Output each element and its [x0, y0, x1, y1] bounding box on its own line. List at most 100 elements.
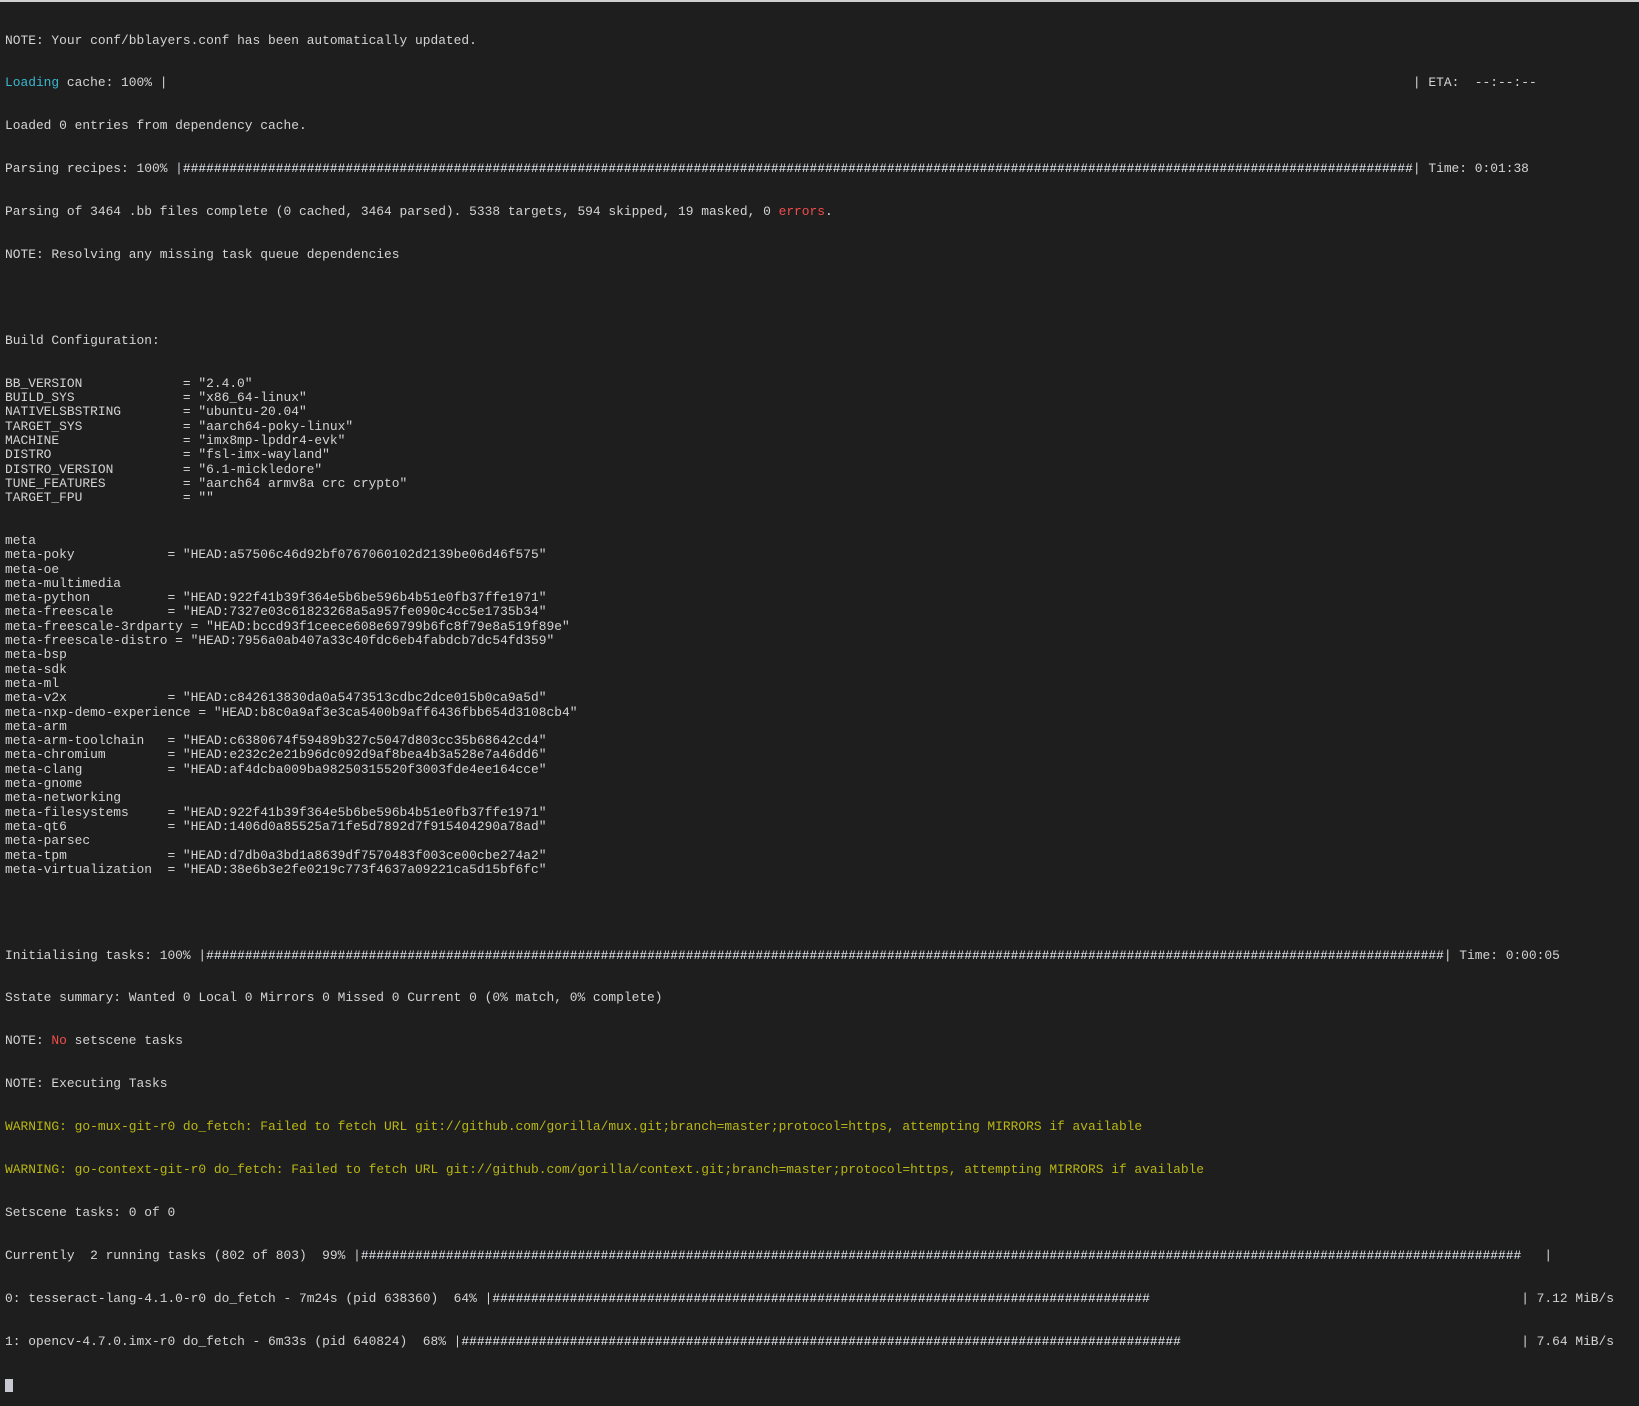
warning-label: WARNING:	[5, 1119, 67, 1135]
config-row: DISTRO = "fsl-imx-wayland"	[5, 447, 1614, 463]
errors-word: errors	[778, 204, 825, 220]
config-row: NATIVELSBSTRING = "ubuntu-20.04"	[5, 404, 1614, 420]
note-text: NOTE: Your conf/bblayers.conf has been a…	[5, 32, 477, 48]
layer-row: meta-python = "HEAD:922f41b39f364e5b6be5…	[5, 590, 1614, 606]
loading-cache-line: Loading cache: 100% | | ETA: --:--:--	[5, 75, 1614, 91]
resolving-line: NOTE: Resolving any missing task queue d…	[5, 247, 1614, 262]
setscene-text: setscene tasks	[66, 1033, 183, 1049]
task-line: 0: tesseract-lang-4.1.0-r0 do_fetch - 7m…	[5, 1290, 1614, 1306]
build-config-title-text: Build Configuration:	[5, 332, 160, 348]
task-line: 1: opencv-4.7.0.imx-r0 do_fetch - 6m33s …	[5, 1333, 1614, 1349]
note-prefix: NOTE:	[5, 1033, 52, 1049]
layer-text: meta-chromium = "HEAD:e232c2e21b96dc092d…	[5, 747, 547, 763]
currently-prefix: Currently 2 running tasks (802 of 803) 9…	[5, 1247, 361, 1263]
eta-text: | ETA: --:--:--	[1412, 75, 1537, 91]
config-key: TARGET_SYS	[5, 418, 83, 434]
currently-suffix: |	[1536, 1247, 1553, 1263]
config-key: MACHINE	[5, 432, 60, 448]
task-prefix: 0: tesseract-lang-4.1.0-r0 do_fetch - 7m…	[5, 1290, 493, 1306]
layer-text: meta-filesystems = "HEAD:922f41b39f364e5…	[5, 804, 547, 820]
layer-text: meta-arm	[5, 718, 67, 734]
layer-row: meta-multimedia	[5, 576, 1614, 591]
layer-row: meta-poky = "HEAD:a57506c46d92bf07670601…	[5, 547, 1614, 562]
layer-row: meta-clang = "HEAD:af4dcba009ba982503155…	[5, 761, 1614, 777]
warning-text: go-mux-git-r0 do_fetch: Failed to fetch …	[66, 1119, 1143, 1135]
sstate-line: Sstate summary: Wanted 0 Local 0 Mirrors…	[5, 990, 1614, 1006]
layer-text: meta-networking	[5, 790, 122, 806]
layer-row: meta-filesystems = "HEAD:922f41b39f364e5…	[5, 804, 1614, 820]
sstate-text: Sstate summary: Wanted 0 Local 0 Mirrors…	[5, 990, 663, 1006]
task-progress-bar: ########################################…	[461, 1334, 1522, 1349]
layer-text: meta-oe	[5, 561, 60, 577]
layer-row: meta-virtualization = "HEAD:38e6b3e2fe02…	[5, 861, 1614, 877]
layer-text: meta-arm-toolchain = "HEAD:c6380674f5948…	[5, 733, 547, 749]
prompt-line[interactable]	[5, 1378, 1614, 1392]
parsing-progress-bar: ########################################…	[182, 162, 1413, 177]
config-key: NATIVELSBSTRING	[5, 404, 122, 420]
layer-row: meta-freescale-3rdparty = "HEAD:bccd93f1…	[5, 618, 1614, 634]
loading-progress-bar	[167, 76, 1412, 90]
layer-text: meta-freescale = "HEAD:7327e03c61823268a…	[5, 604, 547, 620]
init-tasks-line: Initialising tasks: 100% | ##############…	[5, 947, 1614, 963]
loading-text: cache: 100% |	[59, 75, 168, 91]
config-row: BUILD_SYS = "x86_64-linux"	[5, 390, 1614, 406]
no-word: No	[51, 1033, 67, 1049]
warning-label: WARNING:	[5, 1162, 67, 1178]
config-row: TARGET_SYS = "aarch64-poky-linux"	[5, 418, 1614, 434]
warning-text: go-context-git-r0 do_fetch: Failed to fe…	[66, 1162, 1205, 1178]
layer-row: meta-nxp-demo-experience = "HEAD:b8c0a9a…	[5, 704, 1614, 720]
layer-text: meta-gnome	[5, 776, 83, 792]
config-value: = "aarch64-poky-linux"	[182, 418, 354, 434]
no-setscene-line: NOTE: No setscene tasks	[5, 1033, 1614, 1049]
layer-row: meta	[5, 533, 1614, 548]
config-row: TARGET_FPU = ""	[5, 490, 1614, 506]
layer-row: meta-tpm = "HEAD:d7db0a3bd1a8639df757048…	[5, 847, 1614, 863]
loaded-line: Loaded 0 entries from dependency cache.	[5, 118, 1614, 134]
config-key: DISTRO	[5, 447, 52, 463]
task-prefix: 1: opencv-4.7.0.imx-r0 do_fetch - 6m33s …	[5, 1333, 462, 1349]
layer-text: meta-python = "HEAD:922f41b39f364e5b6be5…	[5, 590, 547, 606]
layer-row: meta-oe	[5, 561, 1614, 577]
init-progress-bar: ########################################…	[206, 948, 1444, 963]
warning-line: WARNING: go-context-git-r0 do_fetch: Fai…	[5, 1162, 1614, 1178]
layer-row: meta-networking	[5, 790, 1614, 806]
layer-text: meta-freescale-distro = "HEAD:7956a0ab40…	[5, 633, 555, 649]
parsing-time: | Time: 0:01:38	[1412, 161, 1529, 177]
layer-text: meta-parsec	[5, 833, 91, 849]
layer-text: meta-virtualization = "HEAD:38e6b3e2fe02…	[5, 861, 547, 877]
config-value: = "x86_64-linux"	[182, 390, 307, 406]
build-config-list: BB_VERSION = "2.4.0" BUILD_SYS = "x86_64-li…	[5, 375, 1614, 506]
currently-line: Currently 2 running tasks (802 of 803) 9…	[5, 1247, 1614, 1263]
layer-row: meta-arm	[5, 718, 1614, 734]
executing-text: NOTE: Executing Tasks	[5, 1076, 168, 1092]
setscene-tasks-text: Setscene tasks: 0 of 0	[5, 1204, 176, 1220]
terminal-output[interactable]: NOTE: Your conf/bblayers.conf has been a…	[5, 5, 1614, 1406]
executing-line: NOTE: Executing Tasks	[5, 1076, 1614, 1092]
config-row: DISTRO_VERSION = "6.1-mickledore"	[5, 461, 1614, 477]
layer-row: meta-arm-toolchain = "HEAD:c6380674f5948…	[5, 733, 1614, 749]
config-key: BUILD_SYS	[5, 390, 75, 406]
parsing-recipes-line: Parsing recipes: 100% | #################…	[5, 161, 1614, 177]
overall-progress-bar: ########################################…	[360, 1248, 1537, 1263]
init-prefix: Initialising tasks: 100% |	[5, 947, 207, 963]
config-key: TARGET_FPU	[5, 490, 83, 506]
layer-row: meta-v2x = "HEAD:c842613830da0a5473513cd…	[5, 690, 1614, 705]
layer-row: meta-freescale = "HEAD:7327e03c61823268a…	[5, 604, 1614, 620]
layer-text: meta-nxp-demo-experience = "HEAD:b8c0a9a…	[5, 704, 578, 720]
parsing-complete-text: Parsing of 3464 .bb files complete (0 ca…	[5, 204, 779, 220]
build-config-title: Build Configuration:	[5, 332, 1614, 348]
loaded-text: Loaded 0 entries from dependency cache.	[5, 118, 307, 134]
config-key: BB_VERSION	[5, 375, 83, 391]
layer-row: meta-ml	[5, 676, 1614, 691]
loading-label: Loading	[5, 75, 60, 91]
layer-text: meta-tpm = "HEAD:d7db0a3bd1a8639df757048…	[5, 847, 547, 863]
config-row: BB_VERSION = "2.4.0"	[5, 375, 1614, 391]
layer-text: meta-clang = "HEAD:af4dcba009ba982503155…	[5, 761, 547, 777]
config-key: TUNE_FEATURES	[5, 475, 106, 491]
layer-text: meta-freescale-3rdparty = "HEAD:bccd93f1…	[5, 618, 570, 634]
warning-line: WARNING: go-mux-git-r0 do_fetch: Failed …	[5, 1119, 1614, 1135]
layer-text: meta-sdk	[5, 661, 67, 677]
config-value: = "6.1-mickledore"	[182, 461, 323, 477]
